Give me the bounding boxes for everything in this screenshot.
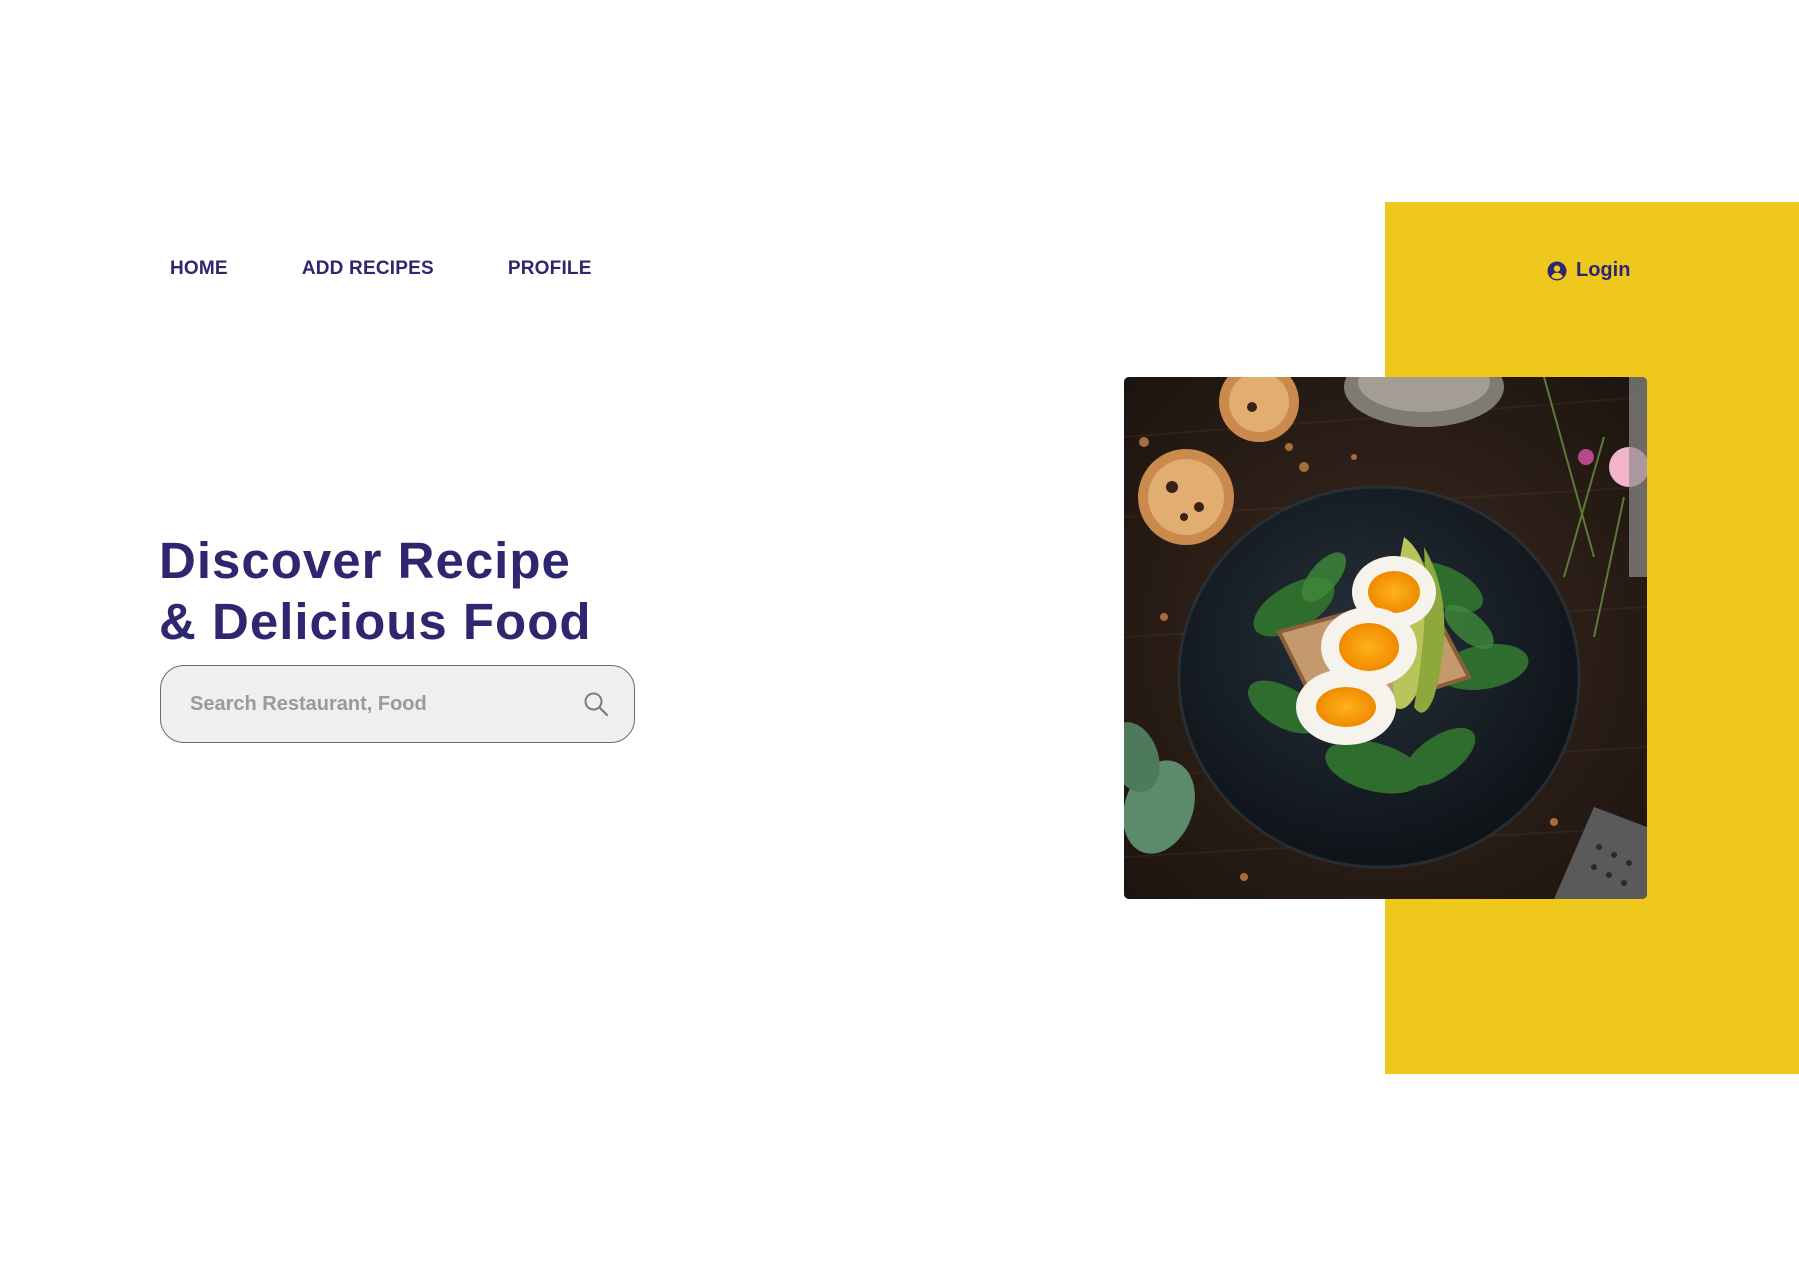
hero-headline: Discover Recipe & Delicious Food [159,530,592,652]
search-icon[interactable] [582,690,610,718]
nav-item-home[interactable]: HOME [170,258,228,280]
headline-line-1: Discover Recipe [159,532,571,589]
user-circle-icon [1547,261,1567,281]
nav-item-add-recipes[interactable]: ADD RECIPES [302,258,434,280]
login-button[interactable]: Login [1547,259,1630,282]
main-nav: HOME ADD RECIPES PROFILE [170,258,666,280]
hero-food-image [1124,377,1647,899]
headline-line-2: & Delicious Food [159,593,592,650]
nav-item-profile[interactable]: PROFILE [508,258,592,280]
login-label: Login [1576,259,1631,281]
search-bar [160,665,635,743]
search-input[interactable] [188,691,582,717]
landing-page: HOME ADD RECIPES PROFILE Login Discover … [0,0,1799,1275]
